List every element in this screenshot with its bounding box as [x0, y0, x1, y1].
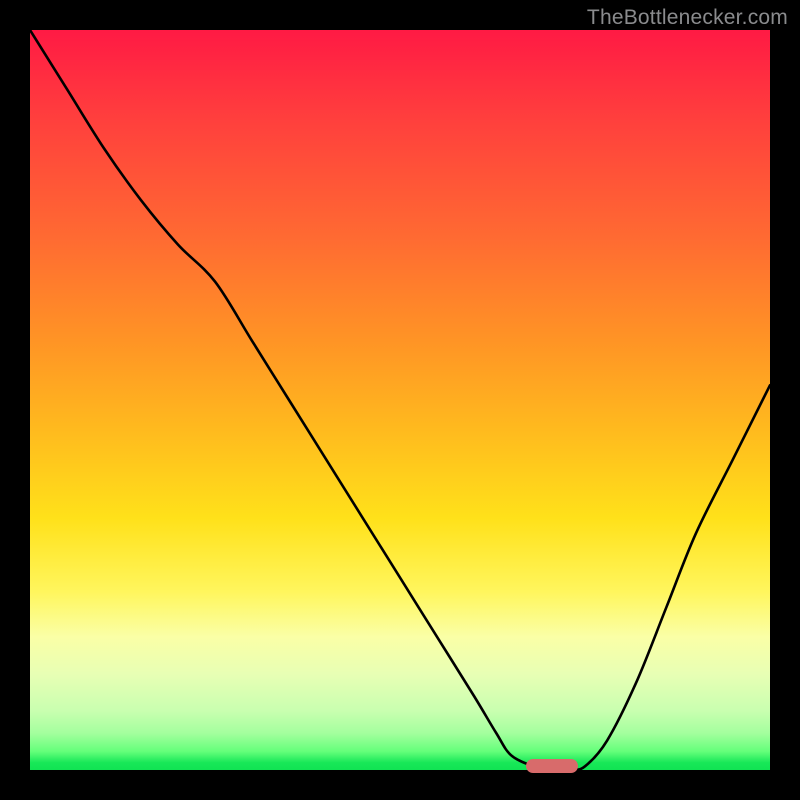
chart-frame: TheBottlenecker.com [0, 0, 800, 800]
bottleneck-curve [30, 30, 770, 770]
attribution-text: TheBottlenecker.com [587, 6, 788, 30]
plot-area [30, 30, 770, 770]
optimum-marker [526, 759, 578, 773]
